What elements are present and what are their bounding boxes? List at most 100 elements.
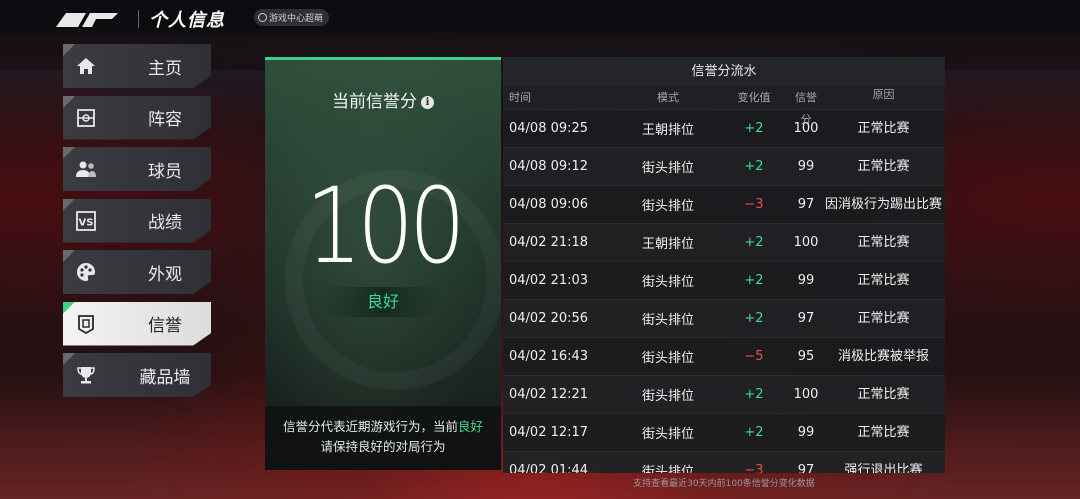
score-title: 当前信誉分 i [265, 87, 501, 112]
cell-time: 04/08 09:25 [509, 121, 589, 136]
credit-badge-icon [75, 313, 97, 335]
cell-reason: 因消极行为踢出比赛 [824, 197, 942, 212]
ledger-footnote: 支持查看最近30天内前100条信誉分变化数据 [633, 479, 815, 489]
cell-mode: 王朝排位 [641, 237, 694, 252]
table-row: 04/08 09:25 王朝排位 +2 100 正常比赛 [503, 109, 945, 147]
cell-time: 04/02 21:03 [509, 273, 589, 288]
sidebar-item-credit[interactable]: 信誉 [63, 301, 211, 346]
table-row: 04/02 21:18 王朝排位 +2 100 正常比赛 [503, 223, 945, 261]
page-title: 个人信息 [149, 10, 225, 31]
cell-delta: −5 [744, 349, 764, 364]
column-header-score: 信誉分 [795, 91, 817, 126]
sidebar-item-record[interactable]: VS 战绩 [63, 198, 211, 243]
cell-delta: +2 [744, 387, 764, 402]
cell-time: 04/02 20:56 [509, 311, 589, 326]
column-header-mode: 模式 [657, 91, 679, 104]
credit-score-panel: 当前信誉分 i 100 良好 信誉分代表近期游戏行为，当前良好 请保持良好的对局行… [265, 57, 501, 470]
cell-mode: 街头排位 [641, 427, 694, 442]
cell-mode: 街头排位 [641, 465, 694, 473]
game-center-label: 游戏中心超萌 [269, 14, 324, 24]
cell-time: 04/02 12:21 [509, 387, 589, 402]
cell-time: 04/02 21:18 [509, 235, 589, 250]
back-logo-button[interactable] [56, 11, 120, 27]
home-icon [75, 55, 97, 77]
cell-reason: 强行退出比赛 [844, 463, 923, 473]
cell-mode: 街头排位 [641, 351, 694, 366]
sidebar-item-players[interactable]: 球员 [63, 147, 211, 191]
sidebar-item-home[interactable]: 主页 [63, 44, 211, 88]
sidebar-item-label: 阵容 [148, 110, 182, 130]
note-highlight: 良好 [458, 419, 484, 434]
ledger-body: 04/08 09:25 王朝排位 +2 100 正常比赛 04/08 09:12 街头排位 +… [503, 109, 945, 473]
cell-score: 99 [797, 159, 815, 174]
cell-score: 95 [797, 349, 815, 364]
score-title-label: 当前信誉分 [332, 92, 417, 112]
column-header-delta: 变化值 [737, 91, 771, 104]
cell-mode: 王朝排位 [641, 123, 694, 138]
cell-reason: 正常比赛 [857, 387, 910, 402]
cell-score: 97 [797, 463, 815, 473]
roster-icon [75, 107, 97, 129]
cell-reason: 正常比赛 [857, 311, 910, 326]
sidebar-item-label: 球员 [148, 161, 182, 182]
cell-reason: 正常比赛 [857, 273, 910, 288]
cell-reason: 正常比赛 [857, 235, 910, 250]
score-note-line2: 请保持良好的对局行为 [320, 439, 446, 454]
players-icon [75, 158, 97, 180]
sidebar-item-label: 信誉 [148, 316, 182, 336]
column-header-time: 时间 [509, 91, 531, 104]
note-prefix: 信誉分代表近期游戏行为，当前 [282, 419, 458, 434]
score-note-line1: 信誉分代表近期游戏行为，当前良好 [265, 417, 501, 437]
table-row: 04/02 20:56 街头排位 +2 97 正常比赛 [503, 299, 945, 337]
score-value: 100 [305, 165, 465, 287]
header-divider [138, 10, 139, 28]
cell-time: 04/02 16:43 [509, 349, 589, 364]
ledger-title: 信誉分流水 [503, 57, 945, 87]
user-icon [258, 13, 267, 22]
credit-ledger-table[interactable]: 信誉分流水 时间 模式 变化值 信誉分 原因 04/08 09:25 王朝排位 +2… [503, 57, 945, 473]
cell-mode: 街头排位 [641, 199, 694, 214]
cell-time: 04/08 09:06 [509, 197, 589, 212]
sidebar-item-roster[interactable]: 阵容 [63, 95, 211, 140]
cell-delta: +2 [744, 121, 764, 136]
trophy-icon [75, 364, 97, 386]
cell-mode: 街头排位 [641, 313, 694, 328]
cell-score: 100 [793, 235, 819, 250]
table-row: 04/08 09:12 街头排位 +2 99 正常比赛 [503, 147, 945, 185]
sidebar-item-label: 主页 [148, 58, 182, 79]
cell-reason: 正常比赛 [857, 425, 910, 440]
sidebar-item-collection[interactable]: 藏品墙 [63, 353, 211, 397]
table-row: 04/08 09:06 街头排位 −3 97 因消极行为踢出比赛 [503, 185, 945, 223]
info-icon[interactable]: i [421, 96, 434, 109]
cell-score: 99 [797, 273, 815, 288]
table-row: 04/02 21:03 街头排位 +2 99 正常比赛 [503, 261, 945, 299]
cell-mode: 街头排位 [641, 275, 694, 290]
score-note: 信誉分代表近期游戏行为，当前良好 请保持良好的对局行为 [265, 406, 501, 470]
svg-text:VS: VS [79, 217, 94, 228]
table-row: 04/02 01:44 街头排位 −3 97 强行退出比赛 [503, 451, 945, 473]
cell-time: 04/08 09:12 [509, 159, 589, 174]
table-row: 04/02 16:43 街头排位 −5 95 消极比赛被举报 [503, 337, 945, 375]
cell-reason: 消极比赛被举报 [837, 349, 929, 364]
cell-mode: 街头排位 [641, 161, 694, 176]
game-center-button[interactable]: 游戏中心超萌 [254, 9, 330, 26]
cell-delta: +2 [744, 235, 764, 250]
sidebar-item-appearance[interactable]: 外观 [63, 250, 211, 294]
sidebar-nav: 主页 阵容 球员 VS 战绩 外观 信誉 藏品墙 [63, 44, 211, 405]
column-header-reason: 原因 [872, 88, 895, 101]
cell-delta: +2 [744, 425, 764, 440]
table-row: 04/02 12:21 街头排位 +2 100 正常比赛 [503, 375, 945, 413]
cell-delta: +2 [744, 273, 764, 288]
sidebar-item-label: 战绩 [148, 213, 182, 233]
cell-score: 100 [793, 387, 819, 402]
cell-time: 04/02 01:44 [509, 463, 589, 473]
cell-time: 04/02 12:17 [509, 425, 589, 440]
back-logo-icon [56, 13, 118, 27]
palette-icon [75, 261, 97, 283]
score-level-badge: 良好 [323, 287, 443, 317]
cell-delta: +2 [744, 311, 764, 326]
ledger-header-row: 时间 模式 变化值 信誉分 原因 [503, 87, 945, 126]
vs-icon: VS [75, 210, 97, 232]
sidebar-item-label: 藏品墙 [139, 367, 191, 388]
cell-delta: +2 [744, 159, 764, 174]
